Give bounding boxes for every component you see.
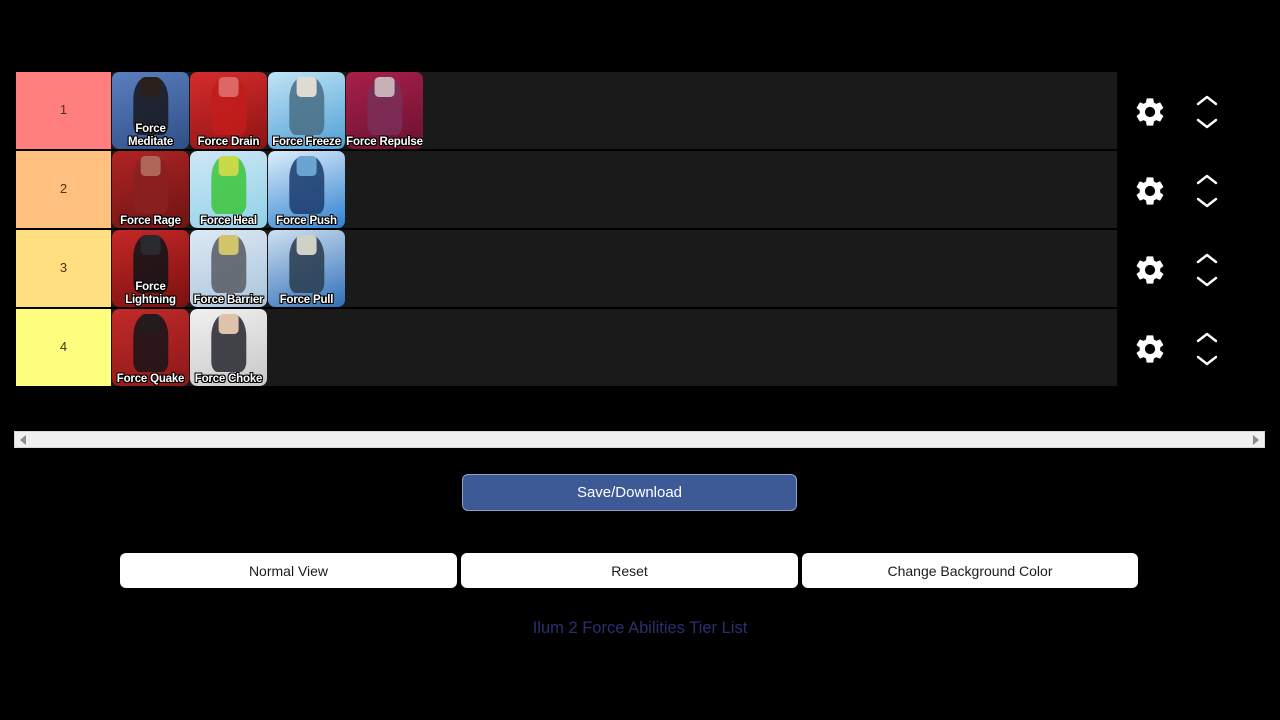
tier-row: 3 Force Lightning Force Barrier Force Pull (16, 230, 1117, 309)
horizontal-scrollbar[interactable] (14, 431, 1265, 448)
tier-item[interactable]: Force Lightning (112, 230, 189, 307)
gear-icon[interactable] (1130, 92, 1170, 132)
tier-item[interactable]: Force Quake (112, 309, 189, 386)
tier-label[interactable]: 2 (16, 151, 112, 228)
tier-item-figure-head (140, 314, 161, 335)
gear-icon[interactable] (1130, 329, 1170, 369)
tier-item[interactable]: Force Push (268, 151, 345, 228)
save-download-button[interactable]: Save/Download (462, 474, 797, 511)
chevron-down-icon[interactable] (1194, 354, 1220, 367)
tier-item[interactable]: Force Freeze (268, 72, 345, 149)
tier-item[interactable]: Force Heal (190, 151, 267, 228)
tier-item-label: Force Choke (194, 372, 263, 385)
chevron-up-icon[interactable] (1194, 252, 1220, 265)
tier-label[interactable]: 1 (16, 72, 112, 149)
tier-item-label: Force Quake (116, 372, 185, 385)
tier-item-figure-head (218, 77, 239, 98)
tier-items-container[interactable]: Force Quake Force Choke (112, 309, 1117, 386)
tier-label[interactable]: 4 (16, 309, 112, 386)
tier-item[interactable]: Force Rage (112, 151, 189, 228)
tier-row-controls (1117, 72, 1280, 151)
tier-item-label: Force Pull (279, 293, 334, 306)
chevron-up-icon[interactable] (1194, 94, 1220, 107)
tier-item-label: Force Lightning (125, 281, 176, 306)
chevron-down-icon[interactable] (1194, 196, 1220, 209)
tier-item-figure-head (140, 235, 161, 256)
tier-item-label: Force Meditate (127, 123, 174, 148)
normal-view-button[interactable]: Normal View (120, 553, 457, 588)
reset-button[interactable]: Reset (461, 553, 798, 588)
tier-item-label: Force Repulse (346, 135, 423, 148)
tier-item[interactable]: Force Pull (268, 230, 345, 307)
tier-row-reorder-controls (1194, 331, 1220, 367)
chevron-up-icon[interactable] (1194, 173, 1220, 186)
scroll-right-arrow-icon[interactable] (1247, 432, 1264, 447)
scrollbar-track[interactable] (32, 432, 1247, 447)
tierlist-table: 1 Force Meditate Force Drain Force Freeze Fo… (16, 72, 1117, 386)
tier-row-controls (1117, 151, 1280, 230)
tier-item[interactable]: Force Choke (190, 309, 267, 386)
chevron-down-icon[interactable] (1194, 275, 1220, 288)
tier-item-figure-head (218, 235, 239, 256)
tier-row: 2 Force Rage Force Heal Force Push (16, 151, 1117, 230)
tier-row-controls (1117, 309, 1280, 388)
change-background-color-button[interactable]: Change Background Color (802, 553, 1138, 588)
tier-item-figure-head (374, 77, 395, 98)
tier-item[interactable]: Force Repulse (346, 72, 423, 149)
tier-item-label: Force Rage (120, 214, 181, 227)
tier-item-figure-head (296, 77, 317, 98)
chevron-down-icon[interactable] (1194, 117, 1220, 130)
chevron-up-icon[interactable] (1194, 331, 1220, 344)
tier-item-label: Force Freeze (272, 135, 341, 148)
tier-row-reorder-controls (1194, 252, 1220, 288)
tier-items-container[interactable]: Force Meditate Force Drain Force Freeze For… (112, 72, 1117, 149)
tier-item-figure-head (296, 235, 317, 256)
gear-icon[interactable] (1130, 250, 1170, 290)
tier-item[interactable]: Force Meditate (112, 72, 189, 149)
tier-row: 4 Force Quake Force Choke (16, 309, 1117, 386)
tier-item[interactable]: Force Drain (190, 72, 267, 149)
tier-item-figure-head (140, 156, 161, 177)
tier-items-container[interactable]: Force Lightning Force Barrier Force Pull (112, 230, 1117, 307)
tier-item-label: Force Push (276, 214, 337, 227)
tier-item-figure-head (218, 314, 239, 335)
tier-item-figure-head (296, 156, 317, 177)
scroll-left-arrow-icon[interactable] (15, 432, 32, 447)
tier-item-figure-head (218, 156, 239, 177)
tier-row-reorder-controls (1194, 94, 1220, 130)
tier-item-label: Force Heal (200, 214, 257, 227)
tierlist-maker-page: 1 Force Meditate Force Drain Force Freeze Fo… (0, 0, 1280, 720)
tier-row-controls (1117, 230, 1280, 309)
tier-items-container[interactable]: Force Rage Force Heal Force Push (112, 151, 1117, 228)
tierlist-title-link[interactable]: Ilum 2 Force Abilities Tier List (0, 619, 1280, 638)
tier-item-label: Force Drain (197, 135, 260, 148)
tier-row: 1 Force Meditate Force Drain Force Freeze Fo… (16, 72, 1117, 151)
tier-item-label: Force Barrier (193, 293, 264, 306)
tier-item-figure-head (140, 77, 161, 98)
gear-icon[interactable] (1130, 171, 1170, 211)
tier-item[interactable]: Force Barrier (190, 230, 267, 307)
tier-row-reorder-controls (1194, 173, 1220, 209)
tier-label[interactable]: 3 (16, 230, 112, 307)
